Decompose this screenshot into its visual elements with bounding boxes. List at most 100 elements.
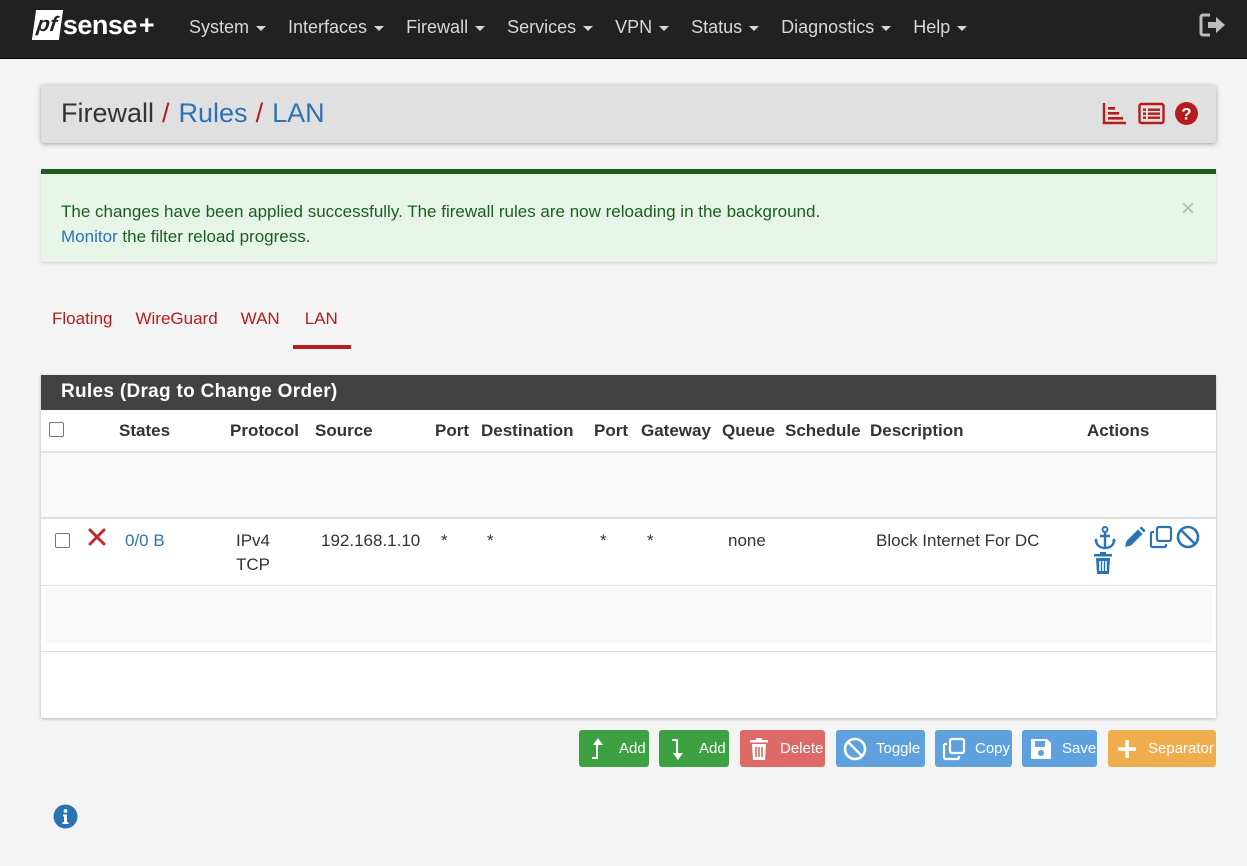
nav-system[interactable]: System xyxy=(178,0,277,54)
save-label: Save xyxy=(1062,740,1097,757)
separator-row xyxy=(41,453,1216,519)
trash-icon xyxy=(747,737,771,761)
nav-diagnostics[interactable]: Diagnostics xyxy=(770,0,902,54)
rule-destination: * xyxy=(487,531,494,550)
nav-system-label: System xyxy=(189,16,250,37)
breadcrumb-panel: Firewall / Rules / LAN ? xyxy=(41,85,1216,143)
caret-down-icon xyxy=(475,25,486,31)
logo-plus: + xyxy=(138,9,155,40)
column-header-queue: Queue xyxy=(722,421,775,440)
rule-protocol: IPv4 xyxy=(236,531,271,550)
add-rule-bottom-button[interactable]: Add xyxy=(659,730,729,767)
select-all-checkbox[interactable] xyxy=(49,422,64,437)
nav-firewall[interactable]: Firewall xyxy=(395,0,496,54)
nav-services[interactable]: Services xyxy=(496,0,604,54)
info-circle-icon[interactable] xyxy=(53,804,78,829)
delete-label: Delete xyxy=(780,740,824,757)
tab-lan[interactable]: LAN xyxy=(292,300,351,349)
clone-icon xyxy=(942,737,966,761)
rule-protocol-tcp: TCP xyxy=(236,555,270,574)
trash-icon[interactable] xyxy=(1091,551,1115,575)
empty-row xyxy=(45,587,1212,643)
tab-floating[interactable]: Floating xyxy=(41,300,124,349)
caret-down-icon xyxy=(583,25,594,31)
rule-select-checkbox[interactable] xyxy=(55,533,70,548)
pencil-icon[interactable] xyxy=(1122,526,1146,550)
add-separator-button[interactable]: Separator xyxy=(1108,730,1216,767)
svg-text:?: ? xyxy=(1181,105,1191,124)
caret-down-icon xyxy=(374,25,385,31)
table-row[interactable]: 0/0 B IPv4 TCP 192.168.1.10 * * * * none… xyxy=(41,519,1216,586)
breadcrumb-separator: / xyxy=(255,98,264,128)
empty-row-divider xyxy=(41,651,1216,652)
column-header-gateway: Gateway xyxy=(641,421,711,440)
plus-icon xyxy=(1115,737,1139,761)
copy-button[interactable]: Copy xyxy=(935,730,1012,767)
alert-message-line2: Monitor the filter reload progress. xyxy=(61,227,310,247)
rule-states-link[interactable]: 0/0 B xyxy=(125,531,165,551)
main-menu: System Interfaces Firewall Services VPN … xyxy=(178,0,978,54)
add-top-label: Add xyxy=(619,740,646,757)
list-alt-icon[interactable] xyxy=(1138,101,1165,126)
caret-down-icon xyxy=(881,25,892,31)
breadcrumb-rules-link[interactable]: Rules xyxy=(179,98,248,129)
alert-message-rest: the filter reload progress. xyxy=(117,227,311,246)
ban-icon[interactable] xyxy=(1176,525,1200,549)
toggle-button[interactable]: Toggle xyxy=(836,730,925,767)
breadcrumb-separator: / xyxy=(162,98,170,128)
nav-interfaces-label: Interfaces xyxy=(288,16,368,37)
ban-icon xyxy=(843,737,867,761)
rule-queue: none xyxy=(728,531,766,550)
rules-panel-title: Rules (Drag to Change Order) xyxy=(41,375,1216,410)
clone-icon[interactable] xyxy=(1149,525,1173,549)
rule-source-port: * xyxy=(441,531,448,550)
rule-description: Block Internet For DC xyxy=(876,531,1040,550)
caret-down-icon xyxy=(957,25,968,31)
caret-down-icon xyxy=(256,25,267,31)
column-header-source: Source xyxy=(315,421,373,440)
question-circle-icon[interactable]: ? xyxy=(1174,101,1199,126)
logo-sense: sense xyxy=(62,9,138,40)
tab-wireguard[interactable]: WireGuard xyxy=(124,300,229,349)
save-button[interactable]: Save xyxy=(1022,730,1097,767)
add-rule-top-button[interactable]: Add xyxy=(579,730,649,767)
rule-source: 192.168.1.10 xyxy=(321,531,421,550)
nav-services-label: Services xyxy=(507,16,577,37)
breadcrumb-firewall: Firewall xyxy=(61,98,155,128)
column-header-description: Description xyxy=(870,421,964,440)
nav-status[interactable]: Status xyxy=(680,0,770,54)
column-header-schedule: Schedule xyxy=(785,421,861,440)
caret-down-icon xyxy=(659,25,670,31)
nav-help[interactable]: Help xyxy=(902,0,978,54)
anchor-icon[interactable] xyxy=(1093,526,1117,550)
nav-vpn[interactable]: VPN xyxy=(604,0,680,54)
alert-close-button[interactable]: × xyxy=(1181,197,1195,221)
column-header-destination: Destination xyxy=(481,421,574,440)
top-navbar: pf sense + System Interfaces Firewall Serv… xyxy=(0,0,1247,59)
column-header-protocol: Protocol xyxy=(230,421,299,440)
add-bottom-label: Add xyxy=(699,740,726,757)
monitor-link[interactable]: Monitor xyxy=(61,227,118,246)
alert-message: The changes have been applied successful… xyxy=(61,202,821,221)
column-header-destination-port: Port xyxy=(594,421,628,440)
column-header-actions: Actions xyxy=(1087,421,1150,440)
tab-wan[interactable]: WAN xyxy=(230,300,292,349)
copy-label: Copy xyxy=(975,740,1011,757)
nav-interfaces[interactable]: Interfaces xyxy=(277,0,395,54)
caret-down-icon xyxy=(749,25,760,31)
delete-button[interactable]: Delete xyxy=(740,730,825,767)
nav-diagnostics-label: Diagnostics xyxy=(781,16,875,37)
column-header-states: States xyxy=(119,421,171,440)
nav-vpn-label: VPN xyxy=(615,16,653,37)
breadcrumb-lan-link[interactable]: LAN xyxy=(272,98,325,129)
bar-chart-icon[interactable] xyxy=(1102,101,1127,126)
times-icon xyxy=(88,528,106,546)
level-up-icon xyxy=(586,737,610,761)
level-down-icon xyxy=(666,737,690,761)
pfsense-logo[interactable]: pf sense + xyxy=(31,8,155,42)
separator-label: Separator xyxy=(1148,740,1214,757)
success-alert: The changes have been applied successful… xyxy=(41,169,1216,262)
sign-out-icon[interactable] xyxy=(1199,12,1227,38)
breadcrumb-icons: ? xyxy=(1102,101,1199,126)
column-header-source-port: Port xyxy=(435,421,469,440)
